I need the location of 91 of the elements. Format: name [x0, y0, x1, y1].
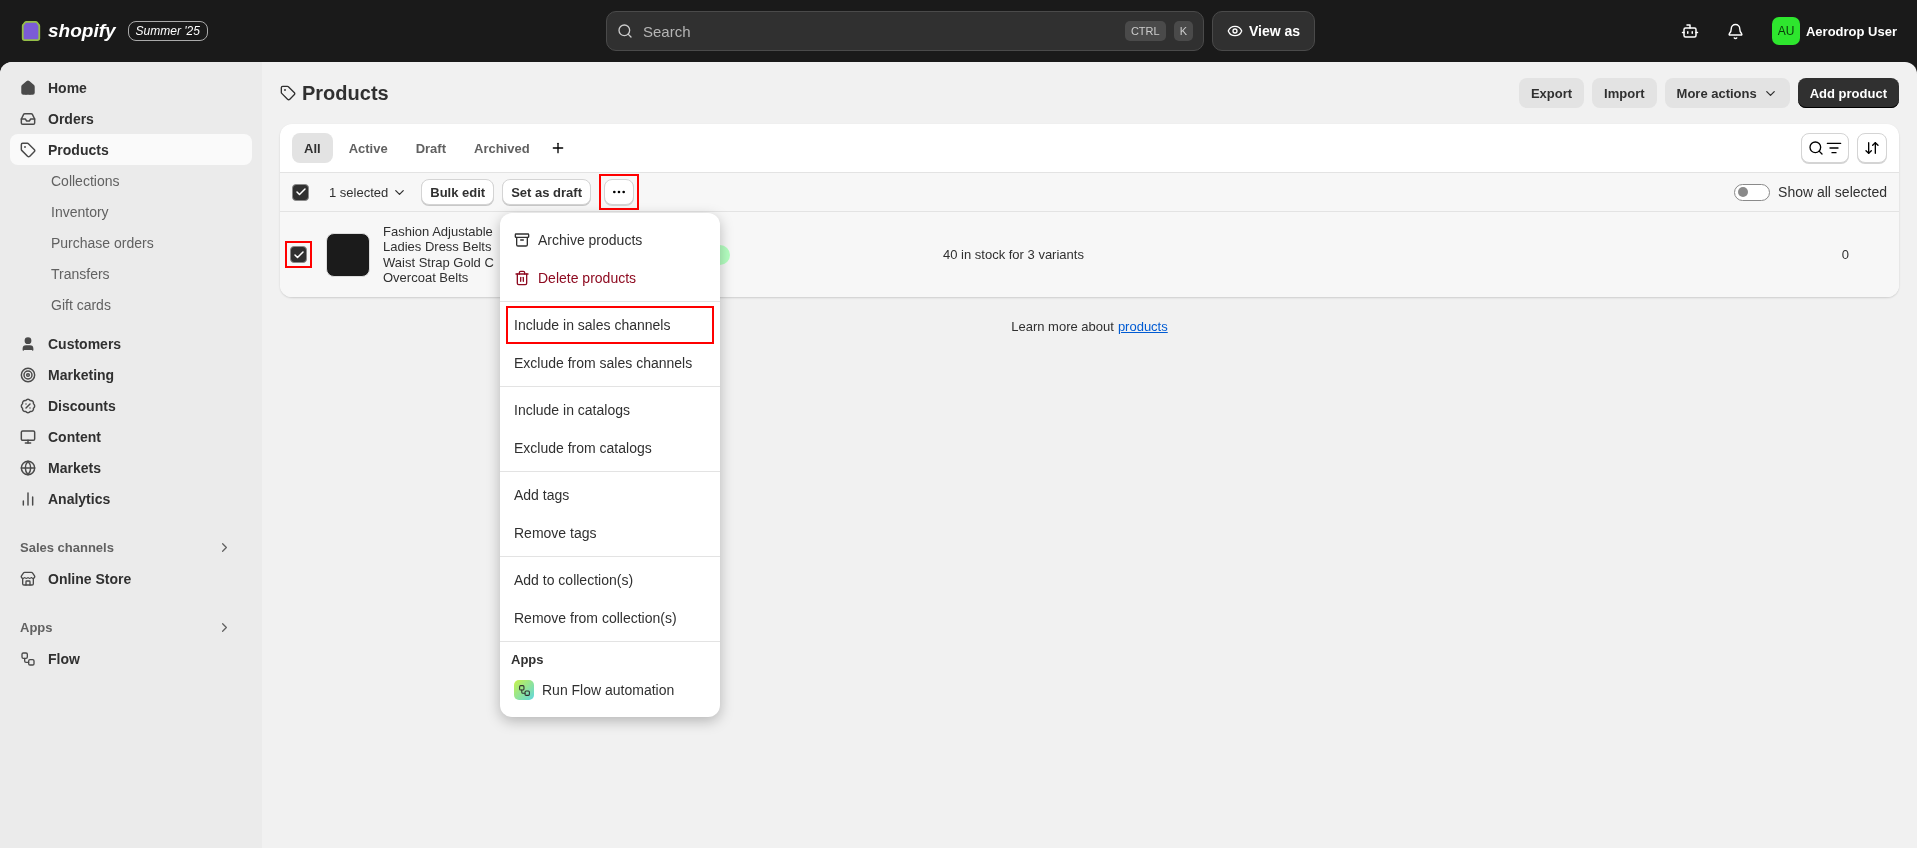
sidebar-subitem[interactable]: Transfers — [10, 258, 252, 289]
target-icon — [20, 366, 36, 383]
sidebar-item[interactable]: Flow — [10, 643, 252, 674]
tag-icon — [280, 85, 296, 101]
search-field[interactable]: Search CTRL K — [606, 11, 1204, 51]
menu-heading: Apps — [510, 651, 545, 669]
trash-icon — [514, 270, 530, 286]
bar-chart-icon — [20, 490, 36, 507]
check-icon — [292, 248, 305, 261]
eye-icon — [1227, 23, 1243, 39]
sidebar-item[interactable]: Orders — [10, 103, 252, 134]
row-checkbox[interactable] — [290, 246, 307, 263]
toggle-switch[interactable] — [1734, 183, 1771, 201]
sort-button[interactable] — [1857, 133, 1887, 163]
menu-item[interactable]: Include in sales channels — [506, 306, 714, 344]
products-link[interactable]: products — [1117, 319, 1168, 334]
sidebar-item[interactable]: Marketing — [10, 359, 252, 390]
inbox-icon — [20, 110, 36, 127]
menu-item[interactable]: Remove from collection(s) — [506, 599, 714, 637]
filter-tab[interactable]: All — [292, 133, 333, 163]
sidebar-item[interactable]: Products — [10, 134, 252, 165]
menu-item[interactable]: Delete products — [506, 259, 714, 297]
product-title-line: Waist Strap Gold C — [383, 254, 495, 270]
filter-tab[interactable]: Archived — [462, 133, 542, 163]
person-icon — [20, 335, 36, 352]
bulk-action-button[interactable]: Set as draft — [502, 179, 591, 205]
sidebar-item[interactable]: Online Store — [10, 563, 252, 594]
shortcut-key: K — [1173, 21, 1193, 41]
bulk-action-button[interactable]: Bulk edit — [421, 179, 495, 205]
product-title-line: Fashion Adjustable — [383, 223, 494, 239]
filter-tab[interactable]: Active — [336, 133, 400, 163]
sidebar-subitem[interactable]: Gift cards — [10, 289, 252, 320]
sidebar-item[interactable]: Discounts — [10, 390, 252, 421]
toggle-label: Show all selected — [1778, 184, 1887, 200]
menu-item[interactable]: Remove tags — [506, 514, 714, 552]
tag-icon — [20, 141, 36, 158]
search-icon — [1808, 140, 1824, 156]
search-input[interactable]: Search — [641, 21, 1117, 41]
bell-icon[interactable] — [1726, 22, 1744, 40]
sidebar-section-heading[interactable]: Apps — [10, 612, 252, 643]
menu-item[interactable]: Add to collection(s) — [506, 561, 714, 599]
filter-icon — [1826, 140, 1842, 156]
sidebar-item[interactable]: Customers — [10, 328, 252, 359]
menu-item[interactable]: Run Flow automation — [506, 671, 714, 709]
sort-icon — [1864, 140, 1880, 156]
action-button[interactable]: Import — [1592, 78, 1657, 108]
action-button[interactable]: Export — [1518, 78, 1585, 108]
robot-icon[interactable] — [1680, 22, 1699, 40]
menu-item[interactable]: Exclude from sales channels — [506, 344, 714, 382]
selected-count-dropdown[interactable]: 1 selected — [323, 183, 414, 201]
sidebar-item[interactable]: Markets — [10, 452, 252, 483]
footer-text: Learn more about — [1011, 319, 1114, 334]
menu-item[interactable]: Add tags — [506, 476, 714, 514]
table-cell-text: 0 — [1841, 247, 1850, 262]
shortcut-key: CTRL — [1124, 21, 1166, 41]
store-icon — [20, 570, 36, 587]
page-title: Products — [302, 81, 389, 105]
product-title-line: Overcoat Belts — [383, 270, 470, 286]
sidebar-item[interactable]: Home — [10, 72, 252, 103]
filter-tab[interactable]: Draft — [403, 133, 458, 163]
sidebar-section-heading[interactable]: Sales channels — [10, 532, 252, 563]
search-filter-button[interactable] — [1801, 133, 1849, 163]
menu-item[interactable]: Include in catalogs — [506, 391, 714, 429]
select-all-checkbox[interactable] — [292, 183, 309, 201]
inventory-cell-text: 40 in stock for 3 variants — [943, 247, 1085, 262]
view-as-button[interactable]: View as — [1212, 11, 1316, 51]
archive-icon — [514, 232, 530, 248]
photo-placeholder — [326, 232, 370, 277]
sidebar-item[interactable]: Analytics — [10, 483, 252, 514]
globe-icon — [20, 459, 36, 476]
sidebar-subitem[interactable]: Collections — [10, 165, 252, 196]
logo-text: shopify — [48, 20, 116, 42]
search-icon — [617, 23, 633, 39]
shopping-bag-logo-icon — [20, 20, 42, 42]
flow-app-icon — [514, 680, 534, 700]
percent-badge-icon — [20, 397, 36, 414]
home-icon — [20, 79, 36, 96]
check-icon — [294, 186, 307, 198]
monitor-icon — [20, 428, 36, 445]
action-button[interactable]: Add product — [1797, 78, 1899, 108]
user-name: Aerodrop User — [1805, 23, 1897, 39]
user-avatar[interactable]: AU — [1771, 17, 1800, 45]
edition-badge: Summer '25 — [127, 21, 208, 41]
menu-item[interactable]: Exclude from catalogs — [506, 429, 714, 467]
menu-item[interactable]: Archive products — [506, 221, 714, 259]
product-title-line: Ladies Dress Belts — [383, 239, 493, 255]
sidebar-item[interactable]: Content — [10, 421, 252, 452]
action-button[interactable]: More actions — [1664, 78, 1790, 108]
flow-icon — [20, 650, 36, 667]
sidebar-subitem[interactable]: Inventory — [10, 196, 252, 227]
sidebar-subitem[interactable]: Purchase orders — [10, 227, 252, 258]
